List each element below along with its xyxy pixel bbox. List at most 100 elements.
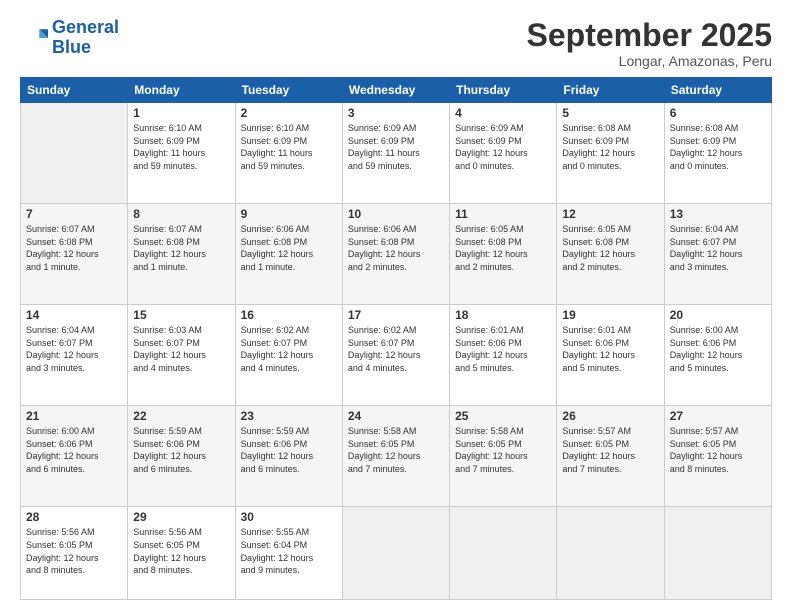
calendar-subtitle: Longar, Amazonas, Peru <box>527 53 772 69</box>
day-number: 3 <box>348 106 444 120</box>
day-cell: 29 Sunrise: 5:56 AM Sunset: 6:05 PM Dayli… <box>128 507 235 600</box>
day-cell: 18 Sunrise: 6:01 AM Sunset: 6:06 PM Dayli… <box>450 305 557 406</box>
day-cell: 11 Sunrise: 6:05 AM Sunset: 6:08 PM Dayli… <box>450 204 557 305</box>
week-row-3: 14Sunrise: 6:04 AM Sunset: 6:07 PM Dayli… <box>21 305 772 406</box>
day-number: 26 <box>562 409 658 423</box>
day-info: Sunrise: 6:06 AM Sunset: 6:08 PM Dayligh… <box>241 223 337 273</box>
day-number: 4 <box>455 106 551 120</box>
day-info: Sunrise: 5:58 AM Sunset: 6:05 PM Dayligh… <box>455 425 551 475</box>
day-info: Sunrise: 6:00 AM Sunset: 6:06 PM Dayligh… <box>670 324 766 374</box>
day-number: 28 <box>26 510 122 524</box>
day-cell: 1 Sunrise: 6:10 AM Sunset: 6:09 PM Daylig… <box>128 103 235 204</box>
day-info: Sunrise: 6:06 AM Sunset: 6:08 PM Dayligh… <box>348 223 444 273</box>
day-number: 29 <box>133 510 229 524</box>
day-info: Sunrise: 6:07 AM Sunset: 6:08 PM Dayligh… <box>26 223 122 273</box>
day-cell: 17Sunrise: 6:02 AM Sunset: 6:07 PM Dayli… <box>342 305 449 406</box>
day-number: 11 <box>455 207 551 221</box>
day-number: 12 <box>562 207 658 221</box>
day-info: Sunrise: 6:02 AM Sunset: 6:07 PM Dayligh… <box>241 324 337 374</box>
day-number: 27 <box>670 409 766 423</box>
day-info: Sunrise: 6:09 AM Sunset: 6:09 PM Dayligh… <box>455 122 551 172</box>
day-cell: 3 Sunrise: 6:09 AM Sunset: 6:09 PM Daylig… <box>342 103 449 204</box>
day-cell: 24 Sunrise: 5:58 AM Sunset: 6:05 PM Dayli… <box>342 406 449 507</box>
day-info: Sunrise: 6:08 AM Sunset: 6:09 PM Dayligh… <box>670 122 766 172</box>
day-info: Sunrise: 5:56 AM Sunset: 6:05 PM Dayligh… <box>133 526 229 576</box>
day-info: Sunrise: 6:01 AM Sunset: 6:06 PM Dayligh… <box>562 324 658 374</box>
day-info: Sunrise: 6:05 AM Sunset: 6:08 PM Dayligh… <box>455 223 551 273</box>
day-number: 1 <box>133 106 229 120</box>
calendar: Sunday Monday Tuesday Wednesday Thursday… <box>20 77 772 600</box>
day-cell: 9 Sunrise: 6:06 AM Sunset: 6:08 PM Daylig… <box>235 204 342 305</box>
day-number: 23 <box>241 409 337 423</box>
day-number: 13 <box>670 207 766 221</box>
day-info: Sunrise: 6:04 AM Sunset: 6:07 PM Dayligh… <box>670 223 766 273</box>
day-number: 10 <box>348 207 444 221</box>
day-number: 2 <box>241 106 337 120</box>
day-number: 30 <box>241 510 337 524</box>
day-info: Sunrise: 6:04 AM Sunset: 6:07 PM Dayligh… <box>26 324 122 374</box>
day-info: Sunrise: 5:58 AM Sunset: 6:05 PM Dayligh… <box>348 425 444 475</box>
header-row: Sunday Monday Tuesday Wednesday Thursday… <box>21 78 772 103</box>
day-info: Sunrise: 6:09 AM Sunset: 6:09 PM Dayligh… <box>348 122 444 172</box>
day-cell <box>450 507 557 600</box>
day-info: Sunrise: 6:10 AM Sunset: 6:09 PM Dayligh… <box>133 122 229 172</box>
col-sunday: Sunday <box>21 78 128 103</box>
day-info: Sunrise: 6:00 AM Sunset: 6:06 PM Dayligh… <box>26 425 122 475</box>
col-saturday: Saturday <box>664 78 771 103</box>
day-cell: 2 Sunrise: 6:10 AM Sunset: 6:09 PM Daylig… <box>235 103 342 204</box>
day-info: Sunrise: 6:01 AM Sunset: 6:06 PM Dayligh… <box>455 324 551 374</box>
day-number: 22 <box>133 409 229 423</box>
day-info: Sunrise: 6:10 AM Sunset: 6:09 PM Dayligh… <box>241 122 337 172</box>
logo-line2: Blue <box>52 37 91 57</box>
day-number: 6 <box>670 106 766 120</box>
week-row-1: 1 Sunrise: 6:10 AM Sunset: 6:09 PM Daylig… <box>21 103 772 204</box>
logo-line1: General <box>52 17 119 37</box>
week-row-2: 7Sunrise: 6:07 AM Sunset: 6:08 PM Daylig… <box>21 204 772 305</box>
week-row-5: 28 Sunrise: 5:56 AM Sunset: 6:05 PM Dayli… <box>21 507 772 600</box>
day-number: 20 <box>670 308 766 322</box>
day-info: Sunrise: 6:03 AM Sunset: 6:07 PM Dayligh… <box>133 324 229 374</box>
logo-text: General Blue <box>52 18 119 58</box>
day-cell <box>342 507 449 600</box>
day-cell: 7Sunrise: 6:07 AM Sunset: 6:08 PM Daylig… <box>21 204 128 305</box>
calendar-table: Sunday Monday Tuesday Wednesday Thursday… <box>20 77 772 600</box>
day-info: Sunrise: 5:57 AM Sunset: 6:05 PM Dayligh… <box>670 425 766 475</box>
day-info: Sunrise: 6:07 AM Sunset: 6:08 PM Dayligh… <box>133 223 229 273</box>
day-number: 18 <box>455 308 551 322</box>
col-friday: Friday <box>557 78 664 103</box>
day-cell: 22 Sunrise: 5:59 AM Sunset: 6:06 PM Dayli… <box>128 406 235 507</box>
day-info: Sunrise: 5:59 AM Sunset: 6:06 PM Dayligh… <box>133 425 229 475</box>
day-info: Sunrise: 6:08 AM Sunset: 6:09 PM Dayligh… <box>562 122 658 172</box>
day-cell: 14Sunrise: 6:04 AM Sunset: 6:07 PM Dayli… <box>21 305 128 406</box>
logo: General Blue <box>20 18 119 58</box>
header: General Blue September 2025 Longar, Amaz… <box>20 18 772 69</box>
day-cell: 5 Sunrise: 6:08 AM Sunset: 6:09 PM Daylig… <box>557 103 664 204</box>
day-cell: 13 Sunrise: 6:04 AM Sunset: 6:07 PM Dayli… <box>664 204 771 305</box>
day-info: Sunrise: 5:59 AM Sunset: 6:06 PM Dayligh… <box>241 425 337 475</box>
day-info: Sunrise: 5:55 AM Sunset: 6:04 PM Dayligh… <box>241 526 337 576</box>
day-number: 9 <box>241 207 337 221</box>
day-cell: 30 Sunrise: 5:55 AM Sunset: 6:04 PM Dayli… <box>235 507 342 600</box>
day-cell: 25 Sunrise: 5:58 AM Sunset: 6:05 PM Dayli… <box>450 406 557 507</box>
day-cell: 23 Sunrise: 5:59 AM Sunset: 6:06 PM Dayli… <box>235 406 342 507</box>
day-number: 5 <box>562 106 658 120</box>
col-tuesday: Tuesday <box>235 78 342 103</box>
logo-icon <box>20 24 48 52</box>
col-monday: Monday <box>128 78 235 103</box>
day-cell: 20 Sunrise: 6:00 AM Sunset: 6:06 PM Dayli… <box>664 305 771 406</box>
day-cell: 6 Sunrise: 6:08 AM Sunset: 6:09 PM Daylig… <box>664 103 771 204</box>
day-cell: 27 Sunrise: 5:57 AM Sunset: 6:05 PM Dayli… <box>664 406 771 507</box>
day-info: Sunrise: 6:05 AM Sunset: 6:08 PM Dayligh… <box>562 223 658 273</box>
day-number: 15 <box>133 308 229 322</box>
day-cell: 10 Sunrise: 6:06 AM Sunset: 6:08 PM Dayli… <box>342 204 449 305</box>
page: General Blue September 2025 Longar, Amaz… <box>0 0 792 612</box>
day-cell: 4 Sunrise: 6:09 AM Sunset: 6:09 PM Daylig… <box>450 103 557 204</box>
day-cell: 8Sunrise: 6:07 AM Sunset: 6:08 PM Daylig… <box>128 204 235 305</box>
day-cell <box>664 507 771 600</box>
day-number: 19 <box>562 308 658 322</box>
day-cell: 19 Sunrise: 6:01 AM Sunset: 6:06 PM Dayli… <box>557 305 664 406</box>
day-number: 25 <box>455 409 551 423</box>
col-thursday: Thursday <box>450 78 557 103</box>
day-number: 24 <box>348 409 444 423</box>
week-row-4: 21Sunrise: 6:00 AM Sunset: 6:06 PM Dayli… <box>21 406 772 507</box>
